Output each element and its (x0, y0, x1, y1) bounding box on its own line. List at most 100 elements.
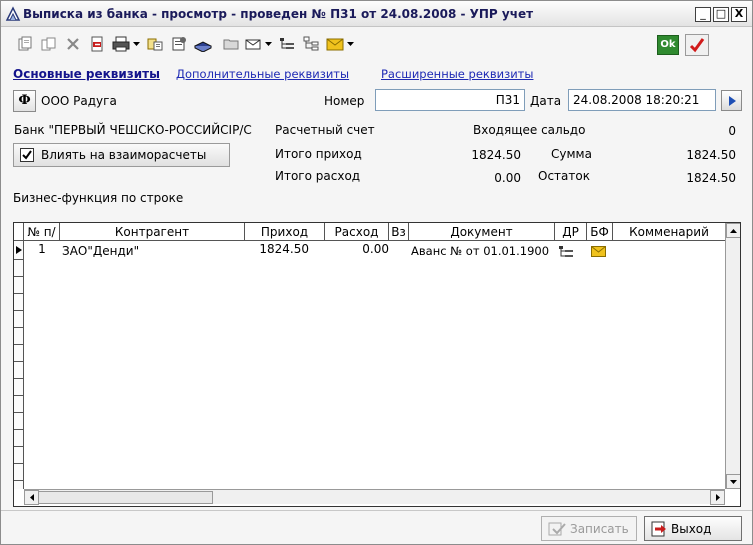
save-button[interactable]: Записать (541, 516, 637, 541)
header-number[interactable]: № п/ (24, 223, 60, 241)
operations-grid[interactable]: № п/ Контрагент Приход Расход Вз Докумен… (13, 222, 741, 507)
row-document[interactable]: Аванс № от 01.01.1900 (411, 243, 555, 260)
structure-button[interactable] (277, 33, 297, 55)
influence-settlements-toggle[interactable]: Влиять на взаиморасчеты (13, 143, 230, 167)
tree-icon (303, 36, 319, 51)
business-function-label: Бизнес-функция по строке (13, 191, 184, 205)
account-label: Расчетный счет (275, 123, 375, 137)
tab-main-details[interactable]: Основные реквизиты (13, 67, 160, 81)
new-copy-button[interactable] (15, 33, 35, 55)
bank-statement-window: Выписка из банка - просмотр - проведен №… (0, 0, 753, 545)
header-expense[interactable]: Расход (325, 223, 389, 241)
influence-label: Влиять на взаиморасчеты (41, 148, 207, 162)
scroll-right-button[interactable] (710, 490, 725, 505)
horizontal-scrollbar[interactable] (24, 489, 725, 505)
total-expense-value: 0.00 (494, 171, 521, 185)
dr-structure-icon[interactable] (558, 245, 574, 259)
date-next-button[interactable] (721, 90, 742, 111)
mail-icon (245, 39, 261, 50)
print-icon (112, 36, 130, 52)
copy-button[interactable] (39, 33, 59, 55)
book-button[interactable] (193, 33, 213, 55)
mail-dropdown-icon[interactable] (265, 41, 272, 47)
organization-name: ООО Радуга (41, 94, 117, 108)
copy-icon (41, 37, 56, 51)
app-icon (5, 6, 21, 21)
arrow-right-small-icon (715, 494, 720, 501)
header-document[interactable]: Документ (409, 223, 555, 241)
header-vz[interactable]: Вз (389, 223, 409, 241)
number-field[interactable]: П31 (375, 89, 525, 111)
remainder-label: Остаток (538, 169, 590, 183)
arrow-up-icon (730, 228, 737, 233)
exit-button[interactable]: Выход (644, 516, 742, 541)
header-comment[interactable]: Комменарий (613, 223, 725, 241)
current-row-icon (16, 246, 22, 254)
tab-extended-details[interactable]: Расширенные реквизиты (381, 67, 533, 81)
folder-icon (223, 39, 239, 50)
footer-separator (1, 510, 752, 511)
close-button[interactable]: X (731, 7, 747, 22)
header-income[interactable]: Приход (245, 223, 325, 241)
opening-balance-label: Входящее сальдо (473, 123, 586, 137)
influence-checkbox[interactable] (20, 148, 34, 162)
date-field[interactable]: 24.08.2008 18:20:21 (568, 89, 716, 111)
vertical-scrollbar[interactable] (725, 223, 740, 489)
arrow-down-icon (730, 479, 737, 484)
date-label: Дата (530, 94, 562, 108)
remainder-value: 1824.50 (686, 171, 736, 185)
new-copy-icon (18, 36, 32, 51)
envelope-dropdown-icon[interactable] (347, 41, 354, 47)
sum-value: 1824.50 (686, 148, 736, 162)
book-icon (194, 41, 212, 52)
header-counterparty[interactable]: Контрагент (60, 223, 245, 241)
check-icon (22, 150, 32, 160)
sum-label: Сумма (551, 147, 592, 161)
bf-envelope-icon[interactable] (591, 246, 606, 257)
confirm-button[interactable]: Ok (657, 35, 679, 55)
tab-additional-details[interactable]: Дополнительные реквизиты (176, 67, 349, 81)
tree-button[interactable] (301, 33, 321, 55)
cancel-button[interactable] (685, 34, 709, 56)
print-button[interactable] (111, 33, 131, 55)
total-expense-label: Итого расход (275, 169, 361, 183)
exit-icon (651, 521, 666, 537)
organization-select-button[interactable]: Ф (13, 90, 36, 112)
total-income-value: 1824.50 (471, 148, 521, 162)
row-number: 1 (38, 242, 46, 256)
save-label: Записать (570, 522, 629, 536)
total-income-label: Итого приход (275, 147, 362, 161)
header-indicator (14, 223, 24, 241)
row-counterparty[interactable]: ЗАО"Денди" (62, 243, 242, 260)
envelope-button[interactable] (325, 33, 345, 55)
exit-label: Выход (671, 522, 712, 536)
scroll-down-button[interactable] (726, 474, 740, 489)
mail-button[interactable] (243, 33, 263, 55)
confirm-icon: Ok (660, 39, 676, 50)
row-indicator-column (14, 241, 24, 489)
header-dr[interactable]: ДР (555, 223, 587, 241)
post-document-button[interactable] (87, 33, 107, 55)
move-icon (147, 38, 163, 51)
scroll-left-button[interactable] (24, 490, 39, 505)
header-bf[interactable]: БФ (587, 223, 613, 241)
row-expense[interactable]: 0.00 (325, 241, 389, 258)
bank-name: Банк "ПЕРВЫЙ ЧЕШСКО-РОССИЙСІР/С (14, 123, 252, 137)
title-bar: Выписка из банка - просмотр - проведен №… (1, 1, 752, 27)
minimize-button[interactable]: _ (695, 7, 711, 22)
maximize-button[interactable]: □ (713, 7, 729, 22)
move-button[interactable] (145, 33, 165, 55)
folder-button[interactable] (221, 33, 241, 55)
scroll-up-button[interactable] (726, 223, 740, 238)
arrow-right-icon (728, 95, 736, 106)
opening-balance-value: 0 (728, 124, 736, 138)
print-dropdown-icon[interactable] (133, 41, 140, 47)
horizontal-scroll-thumb[interactable] (38, 491, 213, 504)
structure-icon (280, 38, 294, 49)
number-label: Номер (324, 94, 365, 108)
window-title: Выписка из банка - просмотр - проведен №… (23, 7, 534, 21)
delete-button[interactable] (63, 33, 83, 55)
properties-icon (172, 37, 186, 51)
row-income[interactable]: 1824.50 (245, 241, 309, 258)
properties-button[interactable] (169, 33, 189, 55)
